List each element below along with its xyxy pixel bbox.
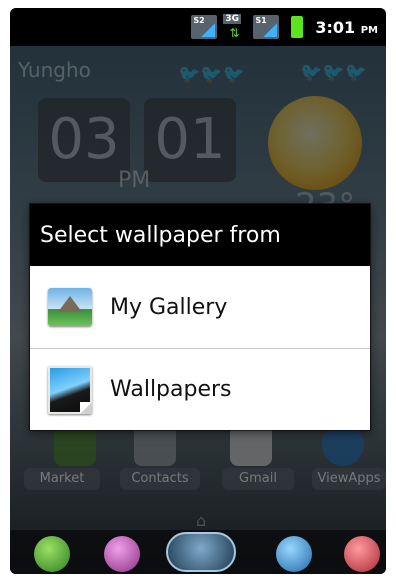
- option-label: My Gallery: [110, 294, 228, 320]
- status-time: 3:01: [315, 17, 356, 37]
- gallery-icon: [48, 288, 92, 326]
- signal-icon-sim1: S1: [253, 15, 280, 39]
- status-bar: S2 3G ⇅ S1 3:01 PM: [10, 8, 386, 46]
- status-clock: 3:01 PM: [315, 18, 378, 37]
- phone-screen: S2 3G ⇅ S1 3:01 PM Yungho 🐦🐦🐦 🐦🐦🐦 03 01 …: [10, 8, 386, 574]
- status-ampm: PM: [360, 24, 378, 36]
- phone-icon[interactable]: [34, 536, 70, 572]
- signal-bars-icon: [201, 23, 216, 37]
- wallpapers-icon: [48, 365, 92, 414]
- option-label: Wallpapers: [110, 377, 232, 402]
- browser-icon[interactable]: [276, 536, 312, 572]
- option-my-gallery[interactable]: My Gallery: [30, 266, 370, 348]
- signal-bars-icon: [263, 23, 278, 37]
- wallpaper-source-dialog: Select wallpaper from My Gallery Wallpap…: [30, 204, 370, 430]
- signal-icon-sim2: S2: [191, 15, 218, 39]
- center-launcher-icon[interactable]: [166, 532, 236, 572]
- data-network-icon: 3G ⇅: [223, 14, 247, 40]
- battery-icon: [291, 16, 304, 38]
- apps-grid-icon[interactable]: [344, 536, 380, 572]
- network-label: 3G: [223, 14, 241, 24]
- data-arrows-icon: ⇅: [229, 26, 240, 40]
- option-wallpapers[interactable]: Wallpapers: [30, 348, 370, 430]
- dialog-title: Select wallpaper from: [30, 204, 370, 266]
- messaging-icon[interactable]: [104, 536, 140, 572]
